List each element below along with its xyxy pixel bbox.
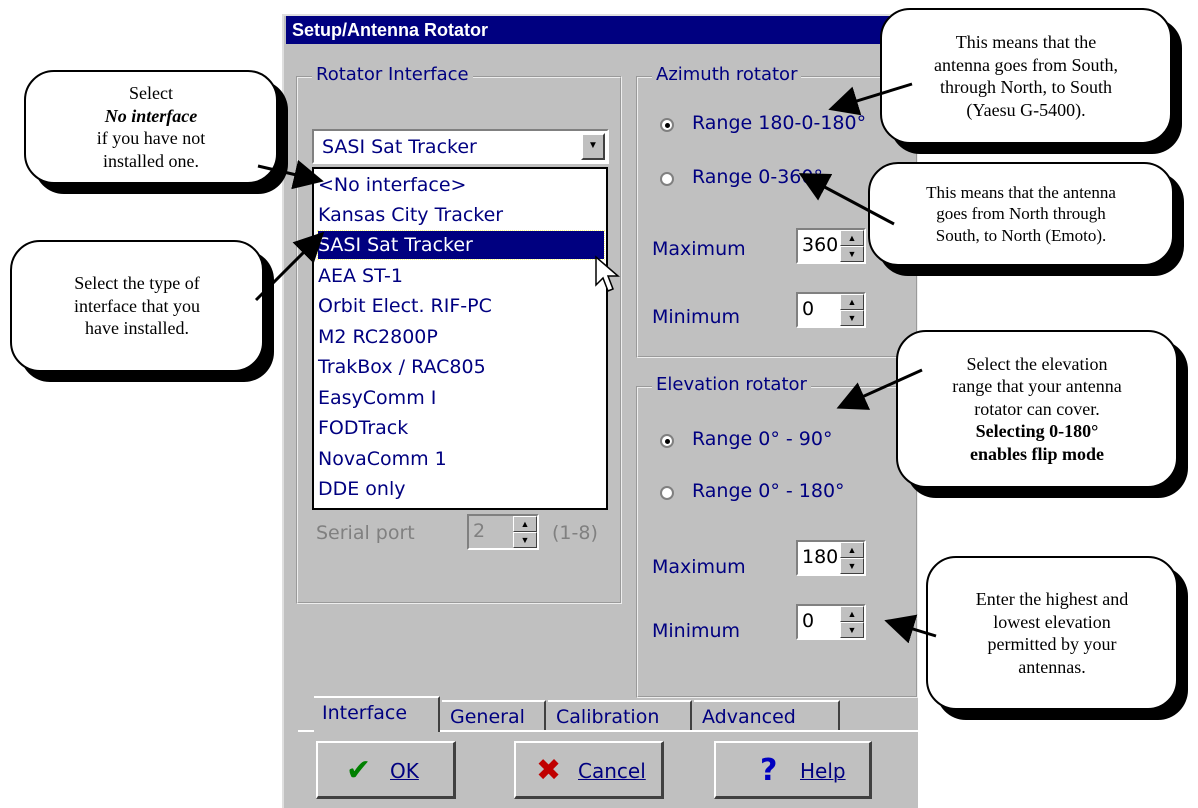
callout-arrows xyxy=(254,82,937,644)
arrow-interface-type xyxy=(254,231,325,302)
arrow-south xyxy=(828,82,913,116)
arrow-north xyxy=(798,173,895,226)
arrow-min-max xyxy=(884,614,937,644)
arrow-no-interface xyxy=(257,159,324,190)
arrow-elevation xyxy=(836,368,923,410)
